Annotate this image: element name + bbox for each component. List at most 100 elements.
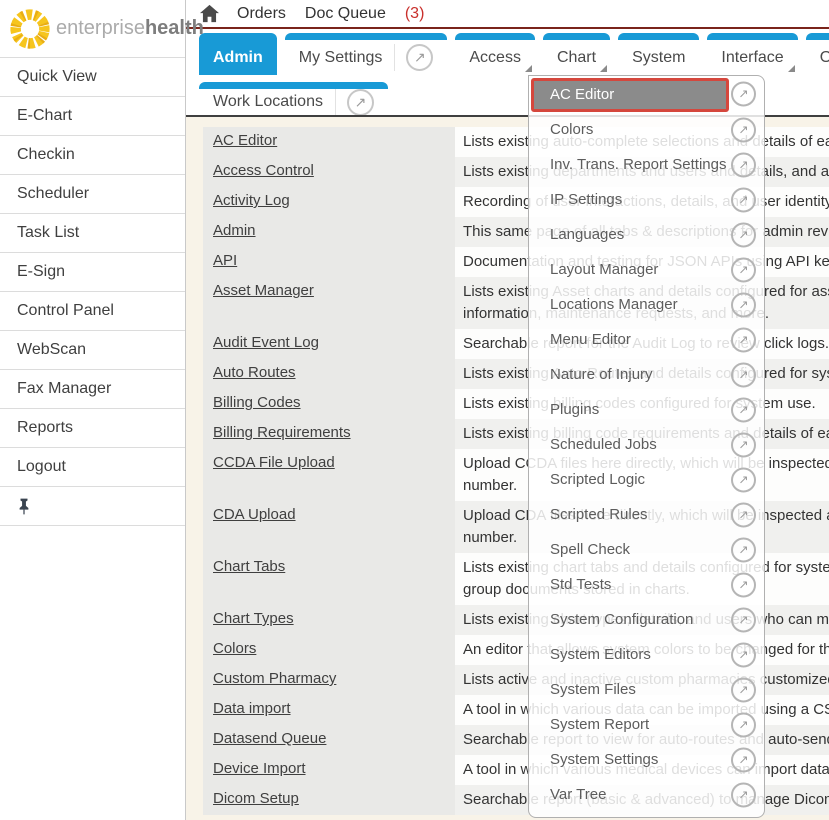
sidebar-item-logout[interactable]: Logout [0, 448, 185, 487]
top-breadcrumb-bar: Orders Doc Queue (3) [186, 0, 829, 29]
menu-item-system-files[interactable]: System Files↗ [529, 672, 764, 707]
sidebar-item-control-panel[interactable]: Control Panel [0, 292, 185, 331]
tab-my-settings[interactable]: My Settings↗ [285, 33, 448, 75]
menu-item-plugins[interactable]: Plugins↗ [529, 392, 764, 427]
tab-access[interactable]: Access [455, 33, 535, 75]
open-in-new-icon[interactable]: ↗ [731, 117, 756, 142]
admin-link-auto-routes[interactable]: Auto Routes [213, 364, 296, 381]
menu-item-nature-of-injury[interactable]: Nature of Injury↗ [529, 357, 764, 392]
admin-link-device-import[interactable]: Device Import [213, 760, 306, 777]
admin-link-data-import[interactable]: Data import [213, 700, 291, 717]
admin-link-chart-tabs[interactable]: Chart Tabs [213, 558, 285, 575]
open-in-new-icon[interactable]: ↗ [731, 677, 756, 702]
sidebar-item-reports[interactable]: Reports [0, 409, 185, 448]
admin-link-audit-event-log[interactable]: Audit Event Log [213, 334, 319, 351]
open-in-new-icon[interactable]: ↗ [731, 642, 756, 667]
tab-orders[interactable]: Orders [806, 33, 829, 75]
admin-link-admin[interactable]: Admin [213, 222, 256, 239]
open-in-new-icon[interactable]: ↗ [731, 467, 756, 492]
sidebar-item-fax-manager[interactable]: Fax Manager [0, 370, 185, 409]
admin-link-ac-editor[interactable]: AC Editor [213, 132, 277, 149]
menu-item-languages[interactable]: Languages↗ [529, 217, 764, 252]
tab-label: Orders [820, 49, 829, 67]
tab-work-locations[interactable]: Work Locations↗ [199, 82, 388, 115]
admin-link-asset-manager[interactable]: Asset Manager [213, 282, 314, 299]
admin-link-custom-pharmacy[interactable]: Custom Pharmacy [213, 670, 336, 687]
sidebar-item-e-chart[interactable]: E-Chart [0, 97, 185, 136]
menu-item-scripted-logic[interactable]: Scripted Logic↗ [529, 462, 764, 497]
open-in-new-icon[interactable]: ↗ [731, 222, 756, 247]
admin-link-datasend-queue[interactable]: Datasend Queue [213, 730, 326, 747]
menu-item-var-tree[interactable]: Var Tree↗ [529, 777, 764, 812]
menu-item-ac-editor[interactable]: AC Editor↗ [529, 76, 764, 112]
link-cell: Activity Log [203, 187, 455, 217]
open-in-new-icon[interactable]: ↗ [731, 292, 756, 317]
tab-chart[interactable]: Chart [543, 33, 610, 75]
menu-item-std-tests[interactable]: Std Tests↗ [529, 567, 764, 602]
menu-item-locations-manager[interactable]: Locations Manager↗ [529, 287, 764, 322]
open-in-new-icon[interactable]: ↗ [731, 537, 756, 562]
open-in-new-icon[interactable]: ↗ [731, 187, 756, 212]
dropdown-corner-icon [788, 65, 795, 72]
sidebar-item-webscan[interactable]: WebScan [0, 331, 185, 370]
menu-item-layout-manager[interactable]: Layout Manager↗ [529, 252, 764, 287]
sidebar-menu: Quick ViewE-ChartCheckinSchedulerTask Li… [0, 57, 185, 487]
sidebar-item-scheduler[interactable]: Scheduler [0, 175, 185, 214]
link-cell: Chart Tabs [203, 553, 455, 605]
menu-item-label: Plugins [529, 392, 764, 427]
brand-light: enterprise [56, 17, 145, 39]
open-in-new-icon[interactable]: ↗ [731, 432, 756, 457]
open-in-new-icon[interactable]: ↗ [731, 327, 756, 352]
admin-link-api[interactable]: API [213, 252, 237, 269]
open-in-new-icon[interactable]: ↗ [731, 572, 756, 597]
link-cell: Data import [203, 695, 455, 725]
open-in-new-icon[interactable]: ↗ [731, 152, 756, 177]
menu-item-scheduled-jobs[interactable]: Scheduled Jobs↗ [529, 427, 764, 462]
sidebar-item-task-list[interactable]: Task List [0, 214, 185, 253]
menu-item-colors[interactable]: Colors↗ [529, 112, 764, 147]
breadcrumb-doc-queue[interactable]: Doc Queue [305, 5, 386, 23]
breadcrumb-orders[interactable]: Orders [237, 5, 286, 23]
sidebar-item-quick-view[interactable]: Quick View [0, 58, 185, 97]
menu-item-menu-editor[interactable]: Menu Editor↗ [529, 322, 764, 357]
open-in-new-icon[interactable]: ↗ [731, 397, 756, 422]
sidebar-item-e-sign[interactable]: E-Sign [0, 253, 185, 292]
pushpin-icon[interactable] [17, 497, 31, 516]
menu-item-label: System Report [529, 707, 764, 742]
menu-item-system-editors[interactable]: System Editors↗ [529, 637, 764, 672]
menu-item-ip-settings[interactable]: IP Settings↗ [529, 182, 764, 217]
admin-link-activity-log[interactable]: Activity Log [213, 192, 290, 209]
link-cell: Device Import [203, 755, 455, 785]
open-in-new-icon[interactable]: ↗ [731, 747, 756, 772]
tab-admin[interactable]: Admin [199, 33, 277, 75]
admin-link-ccda-file-upload[interactable]: CCDA File Upload [213, 454, 335, 471]
menu-item-spell-check[interactable]: Spell Check↗ [529, 532, 764, 567]
open-in-new-icon[interactable]: ↗ [731, 607, 756, 632]
link-cell: CCDA File Upload [203, 449, 455, 501]
menu-item-system-report[interactable]: System Report↗ [529, 707, 764, 742]
tab-label: Chart [557, 49, 596, 67]
open-in-new-icon[interactable]: ↗ [731, 82, 756, 107]
open-in-new-icon[interactable]: ↗ [731, 257, 756, 282]
admin-link-cda-upload[interactable]: CDA Upload [213, 506, 296, 523]
tab-interface[interactable]: Interface [707, 33, 797, 75]
admin-link-access-control[interactable]: Access Control [213, 162, 314, 179]
tab-system[interactable]: System [618, 33, 699, 75]
admin-link-dicom-setup[interactable]: Dicom Setup [213, 790, 299, 807]
menu-item-inv-trans-report-settings[interactable]: Inv. Trans. Report Settings↗ [529, 147, 764, 182]
admin-link-billing-codes[interactable]: Billing Codes [213, 394, 301, 411]
admin-link-billing-requirements[interactable]: Billing Requirements [213, 424, 351, 441]
menu-item-system-settings[interactable]: System Settings↗ [529, 742, 764, 777]
open-in-new-icon[interactable]: ↗ [731, 362, 756, 387]
menu-item-scripted-rules[interactable]: Scripted Rules↗ [529, 497, 764, 532]
open-in-new-icon[interactable]: ↗ [731, 712, 756, 737]
open-in-new-icon[interactable]: ↗ [406, 44, 433, 71]
admin-link-chart-types[interactable]: Chart Types [213, 610, 294, 627]
sidebar-item-checkin[interactable]: Checkin [0, 136, 185, 175]
admin-link-colors[interactable]: Colors [213, 640, 256, 657]
menu-item-system-configuration[interactable]: System Configuration↗ [529, 602, 764, 637]
open-in-new-icon[interactable]: ↗ [731, 502, 756, 527]
open-in-new-icon[interactable]: ↗ [347, 89, 374, 116]
open-in-new-icon[interactable]: ↗ [731, 782, 756, 807]
sidebar-pin-row[interactable] [0, 487, 185, 526]
